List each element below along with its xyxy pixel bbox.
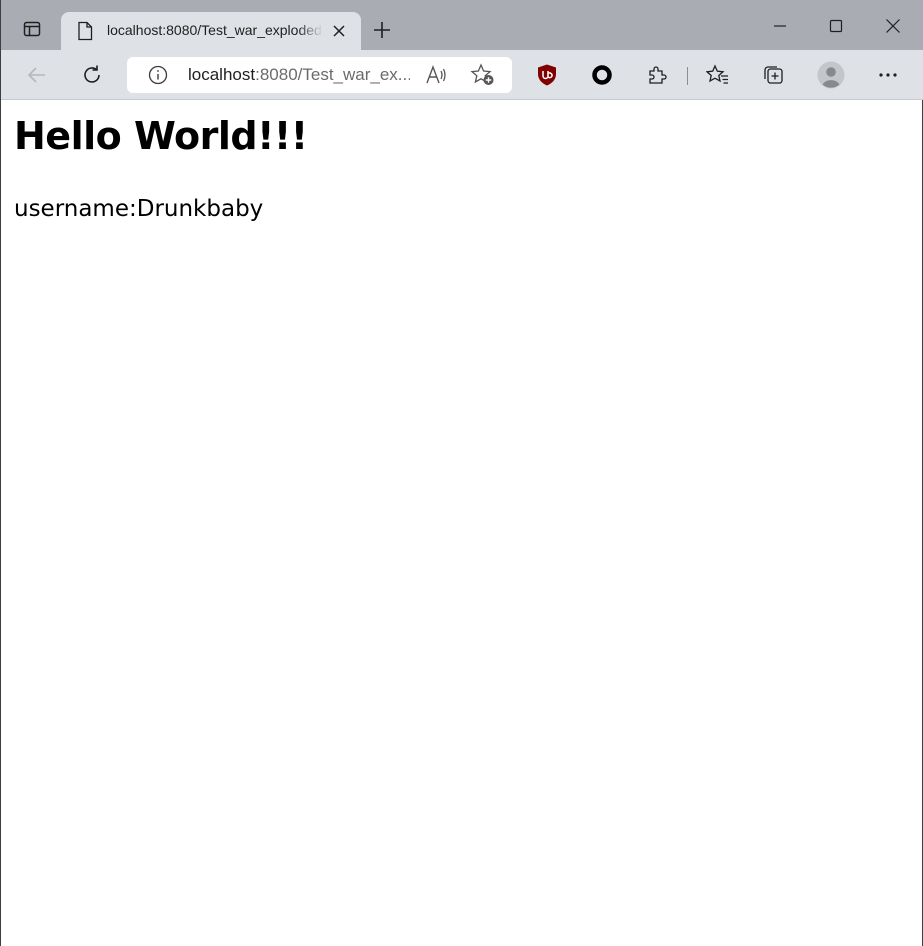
maximize-button[interactable]	[816, 6, 856, 46]
page-heading: Hello World!!!	[14, 114, 308, 158]
collections-button[interactable]	[757, 59, 789, 91]
new-tab-button[interactable]	[369, 17, 395, 43]
active-tab[interactable]: localhost:8080/Test_war_exploded/	[61, 12, 361, 50]
tab-actions-button[interactable]	[13, 14, 51, 48]
ring-extension-button[interactable]	[586, 59, 618, 91]
avatar-icon	[817, 61, 845, 89]
extensions-button[interactable]	[641, 59, 673, 91]
tab-close-button[interactable]	[329, 21, 349, 41]
ublock-shield-icon	[538, 64, 556, 86]
url-rest: :8080/Test_war_ex...	[255, 65, 410, 84]
site-info-button[interactable]	[147, 64, 169, 91]
star-add-icon	[470, 63, 494, 85]
page-icon	[77, 21, 93, 46]
refresh-icon	[84, 65, 100, 83]
back-button[interactable]	[21, 59, 53, 91]
address-bar[interactable]: localhost:8080/Test_war_ex...	[127, 57, 512, 93]
ublock-extension-button[interactable]	[531, 59, 563, 91]
toolbar: localhost:8080/Test_war_ex...	[1, 50, 923, 100]
plus-icon	[374, 22, 390, 38]
close-icon	[886, 19, 900, 33]
browser-window: localhost:8080/Test_war_exploded/ localh…	[0, 0, 923, 946]
page-viewport: Hello World!!! username:Drunkbaby	[1, 100, 922, 946]
read-aloud-icon	[426, 65, 446, 84]
back-arrow-icon	[27, 67, 45, 83]
favorites-icon	[706, 64, 728, 84]
close-icon	[333, 25, 345, 37]
more-icon	[879, 73, 897, 77]
refresh-button[interactable]	[76, 59, 108, 91]
url-host: localhost	[188, 65, 256, 84]
tab-actions-icon	[22, 19, 42, 44]
read-aloud-button[interactable]	[424, 63, 448, 92]
tab-strip: localhost:8080/Test_war_exploded/	[1, 0, 923, 50]
add-favorite-button[interactable]	[470, 63, 496, 92]
maximize-icon	[829, 19, 843, 33]
toolbar-separator	[687, 67, 688, 85]
close-window-button[interactable]	[873, 6, 913, 46]
tab-title: localhost:8080/Test_war_exploded/	[107, 22, 323, 38]
profile-button[interactable]	[815, 59, 847, 91]
url-text: localhost:8080/Test_war_ex...	[188, 65, 410, 85]
minimize-button[interactable]	[760, 6, 800, 46]
info-icon	[148, 65, 168, 85]
username-text: username:Drunkbaby	[14, 196, 264, 222]
collections-icon	[764, 66, 783, 84]
favorites-button[interactable]	[702, 59, 734, 91]
ring-icon	[592, 65, 612, 85]
puzzle-icon	[649, 66, 667, 84]
settings-more-button[interactable]	[872, 59, 904, 91]
minimize-icon	[774, 25, 786, 27]
